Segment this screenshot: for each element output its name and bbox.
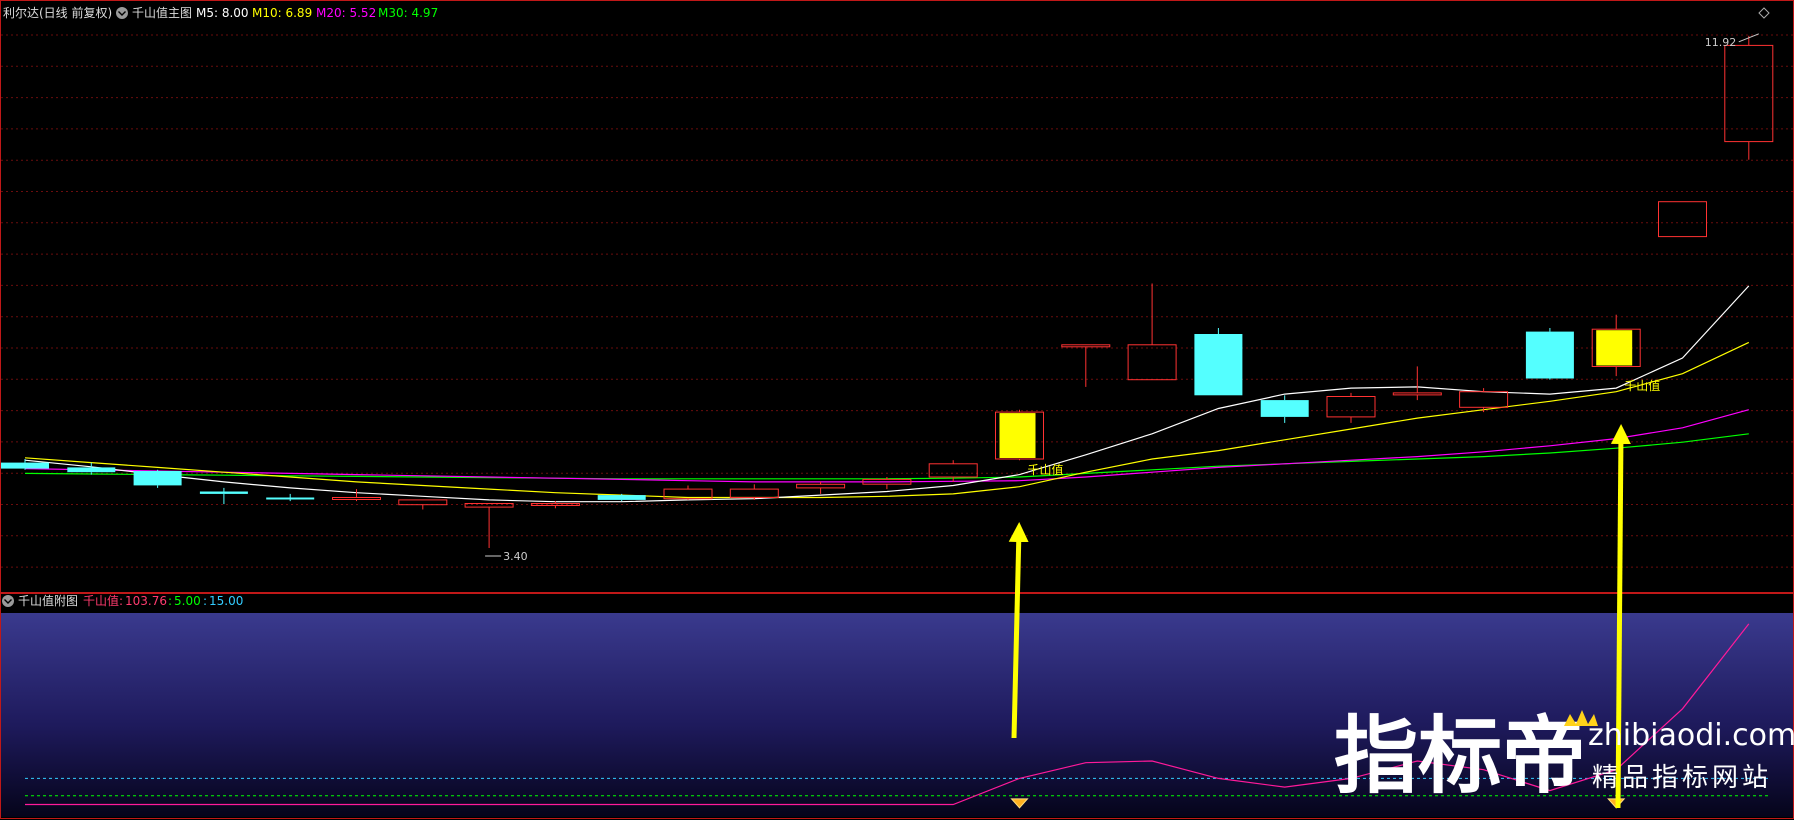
ma-line-m10 bbox=[24, 341, 1750, 499]
candle-body bbox=[1, 462, 49, 469]
main-annotations: 11.923.40千山值千山值 bbox=[485, 33, 1759, 563]
ma10-legend: M10: 6.89 bbox=[252, 6, 312, 20]
sub-value-label: 千山值 bbox=[83, 593, 119, 608]
ma-line-m30 bbox=[24, 433, 1749, 480]
main-panel-header: 利尔达(日线 前复权) 千山值主图 M5: 8.00 M10: 6.89 M20… bbox=[3, 5, 438, 20]
candle-body bbox=[1061, 344, 1111, 348]
stock-chart[interactable]: 利尔达(日线 前复权) 千山值主图 M5: 8.00 M10: 6.89 M20… bbox=[0, 0, 1794, 820]
candle-body bbox=[796, 483, 846, 489]
candle-body bbox=[398, 499, 448, 506]
stock-label: 利尔达(日线 前复权) bbox=[3, 5, 112, 20]
level-b-colon: : bbox=[203, 594, 207, 608]
candle-body bbox=[133, 471, 182, 486]
candle-body bbox=[597, 495, 646, 500]
low-price-label: 3.40 bbox=[503, 550, 527, 563]
ma-line-m20 bbox=[24, 409, 1749, 483]
candle-body bbox=[729, 488, 779, 499]
candle-body bbox=[67, 467, 116, 473]
sub-indicator-menu-icon[interactable] bbox=[2, 595, 14, 607]
sub-value: 103.76 bbox=[125, 594, 167, 608]
candle-body bbox=[332, 497, 381, 500]
signal-label: 千山值 bbox=[1028, 462, 1064, 477]
candle-body bbox=[1658, 201, 1707, 238]
ma20-legend: M20: 5.52 bbox=[316, 6, 376, 20]
candle-body bbox=[928, 463, 978, 478]
high-price-label: 11.92 bbox=[1705, 36, 1737, 49]
signal-candle-fill bbox=[999, 413, 1036, 458]
main-panel-frame bbox=[0, 0, 1794, 593]
watermark-tagline: 精品指标网站 bbox=[1592, 763, 1772, 793]
ma5-legend: M5: 8.00 bbox=[196, 6, 249, 20]
watermark-brand: 指标帝 bbox=[1334, 707, 1586, 805]
sub-value-colon: : bbox=[119, 594, 123, 608]
candle-body bbox=[1724, 44, 1774, 143]
candle-body bbox=[199, 491, 248, 494]
candle-body bbox=[266, 497, 315, 500]
main-panel-grid bbox=[1, 34, 1793, 568]
ma30-legend: M30: 4.97 bbox=[378, 6, 438, 20]
candle-body bbox=[1326, 396, 1376, 418]
signal-candle-fill bbox=[1596, 330, 1633, 366]
level-b-value: 15.00 bbox=[209, 594, 243, 608]
candle-body bbox=[1459, 391, 1509, 408]
candle-body bbox=[1127, 344, 1177, 381]
indicator-name[interactable]: 千山值主图 bbox=[132, 5, 192, 20]
candle-body bbox=[1392, 392, 1442, 396]
ma-line-m5 bbox=[24, 285, 1750, 503]
moving-average-lines bbox=[24, 285, 1750, 503]
candle-body bbox=[1194, 334, 1243, 396]
signal-label: 千山值 bbox=[1624, 378, 1660, 393]
candle-body bbox=[1525, 331, 1574, 379]
watermark-url: zhibiaodi.com bbox=[1588, 718, 1794, 753]
diamond-icon[interactable] bbox=[1758, 7, 1770, 19]
candlestick-series bbox=[1, 35, 1774, 548]
sub-indicator-name[interactable]: 千山值附图 bbox=[18, 593, 78, 608]
level-a-value: 5.00 bbox=[174, 594, 201, 608]
chart-svg: 利尔达(日线 前复权) 千山值主图 M5: 8.00 M10: 6.89 M20… bbox=[0, 0, 1794, 819]
sub-panel-header-bg bbox=[0, 594, 1794, 613]
level-a-colon: : bbox=[168, 594, 172, 608]
candle-body bbox=[1260, 400, 1309, 417]
indicator-menu-icon[interactable] bbox=[116, 7, 128, 19]
